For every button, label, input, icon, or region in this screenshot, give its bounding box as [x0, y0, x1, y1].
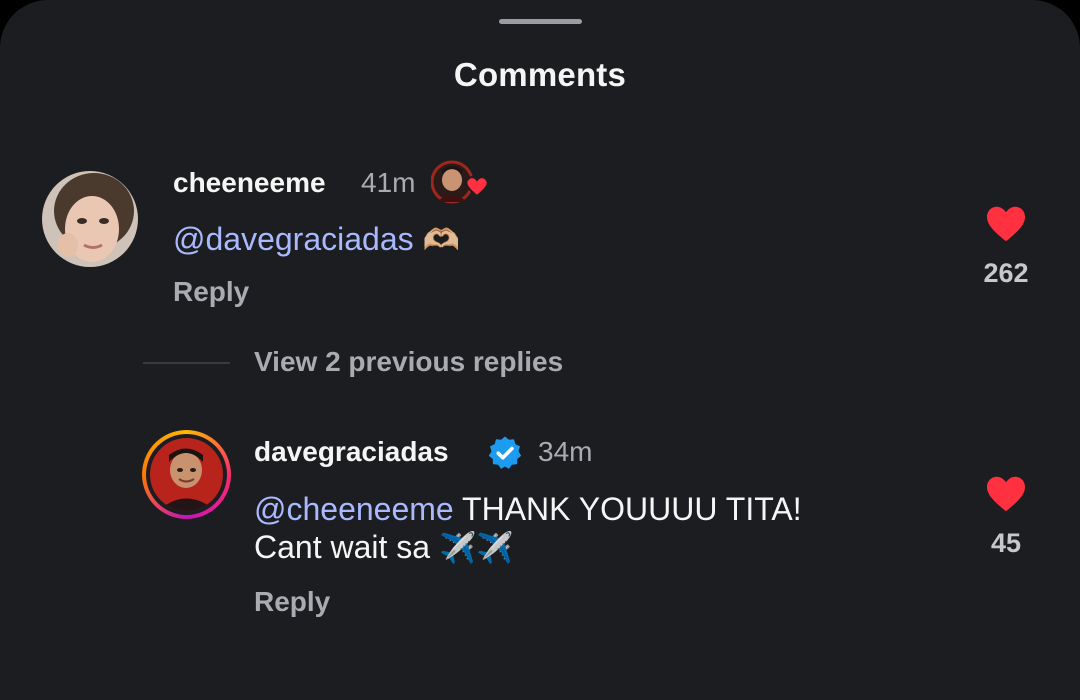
comments-sheet: Comments cheeneeme 41m @davegraciadas 🫶🏼… [0, 0, 1080, 700]
view-previous-replies-link[interactable]: View 2 previous replies [254, 346, 563, 378]
comment-text: @davegraciadas 🫶🏼 [173, 220, 460, 260]
like-button[interactable]: 45 [971, 475, 1041, 559]
verified-badge-icon [488, 436, 522, 469]
drag-handle[interactable] [499, 19, 582, 24]
comment-time: 34m [538, 436, 593, 467]
mention-link[interactable]: @cheeneeme [254, 491, 454, 527]
creator-liked-icon [430, 160, 493, 204]
thread-divider [143, 362, 230, 364]
like-button[interactable]: 262 [971, 205, 1041, 289]
avatar-story-ring[interactable] [142, 430, 231, 519]
comment-text: @cheeneeme THANK YOUUUU TITA! Cant wait … [254, 491, 802, 566]
like-count: 262 [983, 258, 1029, 288]
comment-username[interactable]: cheeneeme [173, 167, 326, 199]
comment-username[interactable]: davegraciadas [254, 436, 449, 468]
heart-icon[interactable] [985, 475, 1027, 513]
comment-time: 41m [361, 167, 416, 198]
reply-button[interactable]: Reply [254, 586, 330, 618]
avatar[interactable] [42, 171, 138, 267]
heart-icon[interactable] [985, 205, 1027, 243]
sheet-title: Comments [453, 56, 627, 93]
mention-link[interactable]: @davegraciadas [173, 221, 414, 257]
airplane-emoji: ✈️✈️ [438, 531, 514, 566]
like-count: 45 [990, 528, 1022, 558]
heart-hands-emoji: 🫶🏼 [422, 223, 460, 258]
reply-button[interactable]: Reply [173, 276, 249, 308]
